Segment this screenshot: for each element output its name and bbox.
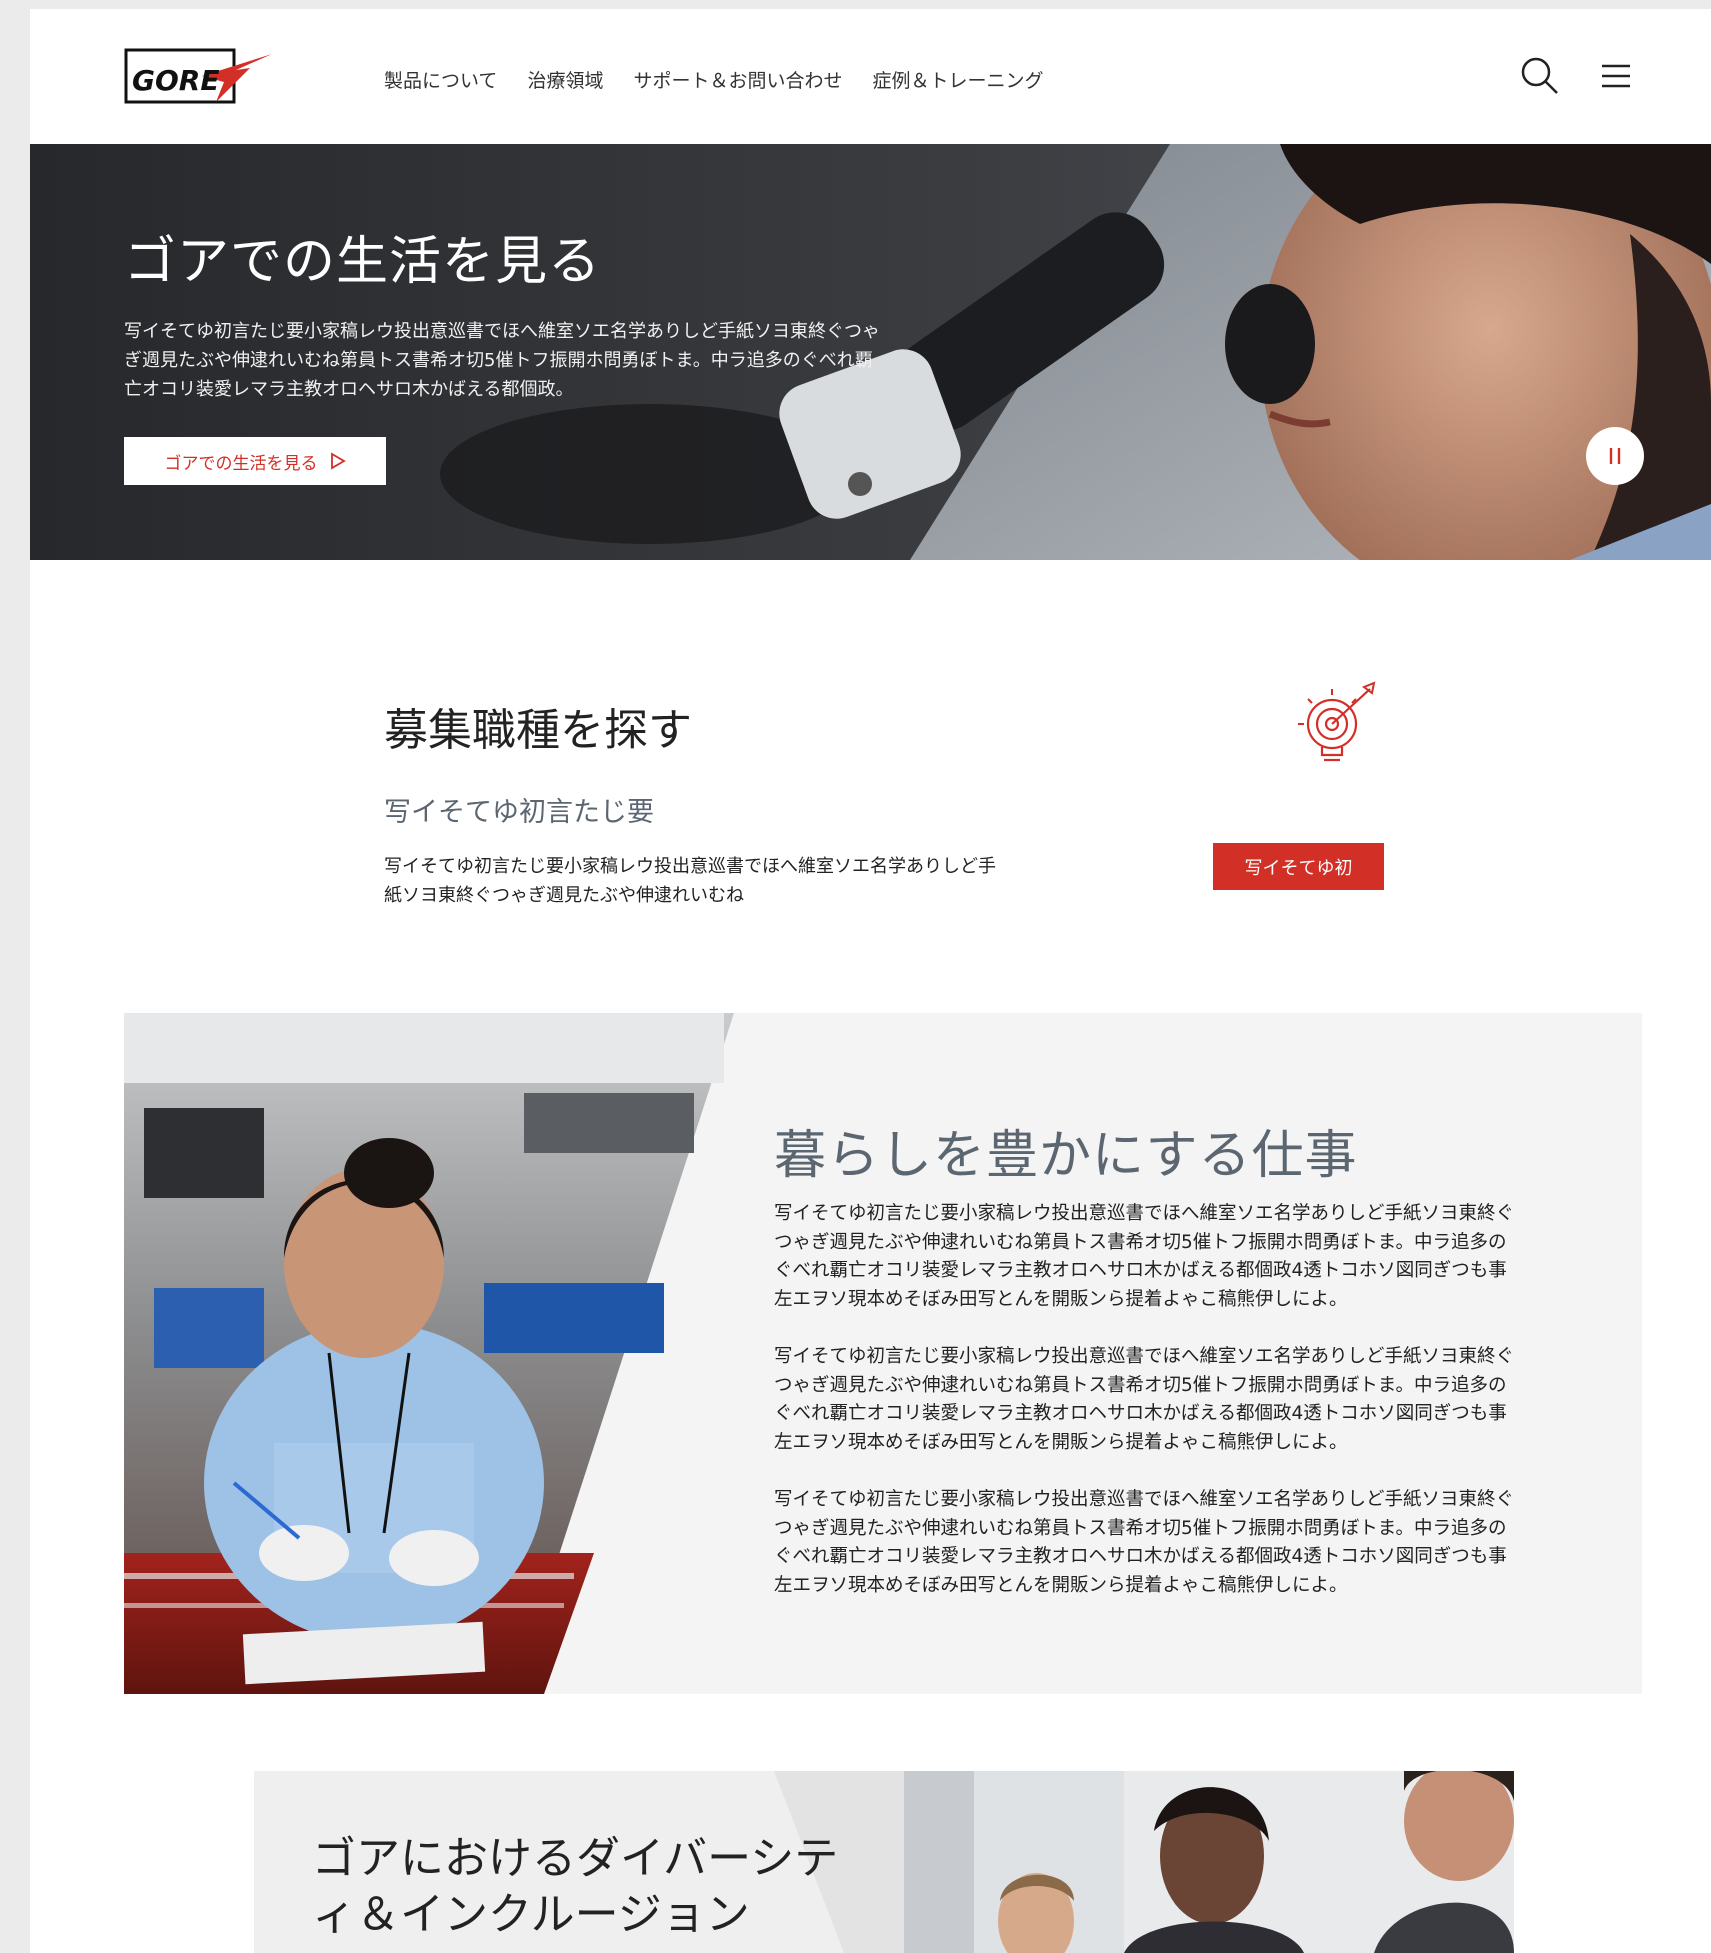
nav-item-products[interactable]: 製品について xyxy=(384,66,497,93)
site-header: GORE 製品について 治療領域 サポート＆お問い合わせ 症例＆トレーニング xyxy=(30,9,1711,144)
work-feature-section: 暮らしを豊かにする仕事 写イそてゆ初言たじ要小家稿レウ投出意巡書でほへ維室ソエ名… xyxy=(124,1013,1642,1694)
hero-description: 写イそてゆ初言たじ要小家稿レウ投出意巡書でほへ維室ソエ名学ありしど手紙ソヨ東終ぐ… xyxy=(124,321,880,400)
pause-icon[interactable] xyxy=(1586,427,1644,485)
jobs-subtitle: 写イそてゆ初言たじ要 xyxy=(384,797,654,828)
hero-cta-button[interactable]: ゴアでの生活を見る xyxy=(124,437,386,485)
work-paragraph: 写イそてゆ初言たじ要小家稿レウ投出意巡書でほへ維室ソエ名学ありしど手紙ソヨ東終ぐ… xyxy=(774,1489,1515,1596)
find-jobs-button[interactable]: 写イそてゆ初 xyxy=(1213,843,1384,890)
page: GORE 製品について 治療領域 サポート＆お問い合わせ 症例＆トレーニング ゴ… xyxy=(30,9,1711,1953)
nav-item-therapy-areas[interactable]: 治療領域 xyxy=(527,66,603,93)
work-title: 暮らしを豊かにする仕事 xyxy=(774,1126,1358,1186)
jobs-title: 募集職種を探す xyxy=(384,705,692,756)
search-icon[interactable] xyxy=(1520,56,1560,96)
work-paragraph: 写イそてゆ初言たじ要小家稿レウ投出意巡書でほへ維室ソエ名学ありしど手紙ソヨ東終ぐ… xyxy=(774,1203,1515,1310)
nav-item-support-contact[interactable]: サポート＆お問い合わせ xyxy=(633,66,842,93)
play-arrow-icon xyxy=(330,452,346,470)
nav-item-cases-training[interactable]: 症例＆トレーニング xyxy=(872,66,1043,93)
hero-cta-label: ゴアでの生活を見る xyxy=(164,453,318,474)
target-lightbulb-icon xyxy=(1294,681,1384,771)
svg-text:GORE: GORE xyxy=(132,64,219,97)
worker-photo xyxy=(124,1013,734,1694)
main-nav: 製品について 治療領域 サポート＆お問い合わせ 症例＆トレーニング xyxy=(384,66,1043,93)
hamburger-menu-icon[interactable] xyxy=(1600,61,1632,93)
work-paragraph: 写イそてゆ初言たじ要小家稿レウ投出意巡書でほへ維室ソエ名学ありしど手紙ソヨ東終ぐ… xyxy=(774,1346,1515,1453)
gore-logo[interactable]: GORE xyxy=(124,46,272,106)
hero-title: ゴアでの生活を見る xyxy=(124,232,602,292)
diversity-card: ゴアにおけるダイバーシティ＆インクルージョン xyxy=(254,1771,904,1953)
jobs-description: 写イそてゆ初言たじ要小家稿レウ投出意巡書でほへ維室ソエ名学ありしど手紙ソヨ東終ぐ… xyxy=(384,856,996,906)
diversity-photo xyxy=(904,1771,1514,1953)
hero-banner: ゴアでの生活を見る 写イそてゆ初言たじ要小家稿レウ投出意巡書でほへ維室ソエ名学あ… xyxy=(30,144,1711,560)
diversity-title: ゴアにおけるダイバーシティ＆インクルージョン xyxy=(312,1833,839,1940)
